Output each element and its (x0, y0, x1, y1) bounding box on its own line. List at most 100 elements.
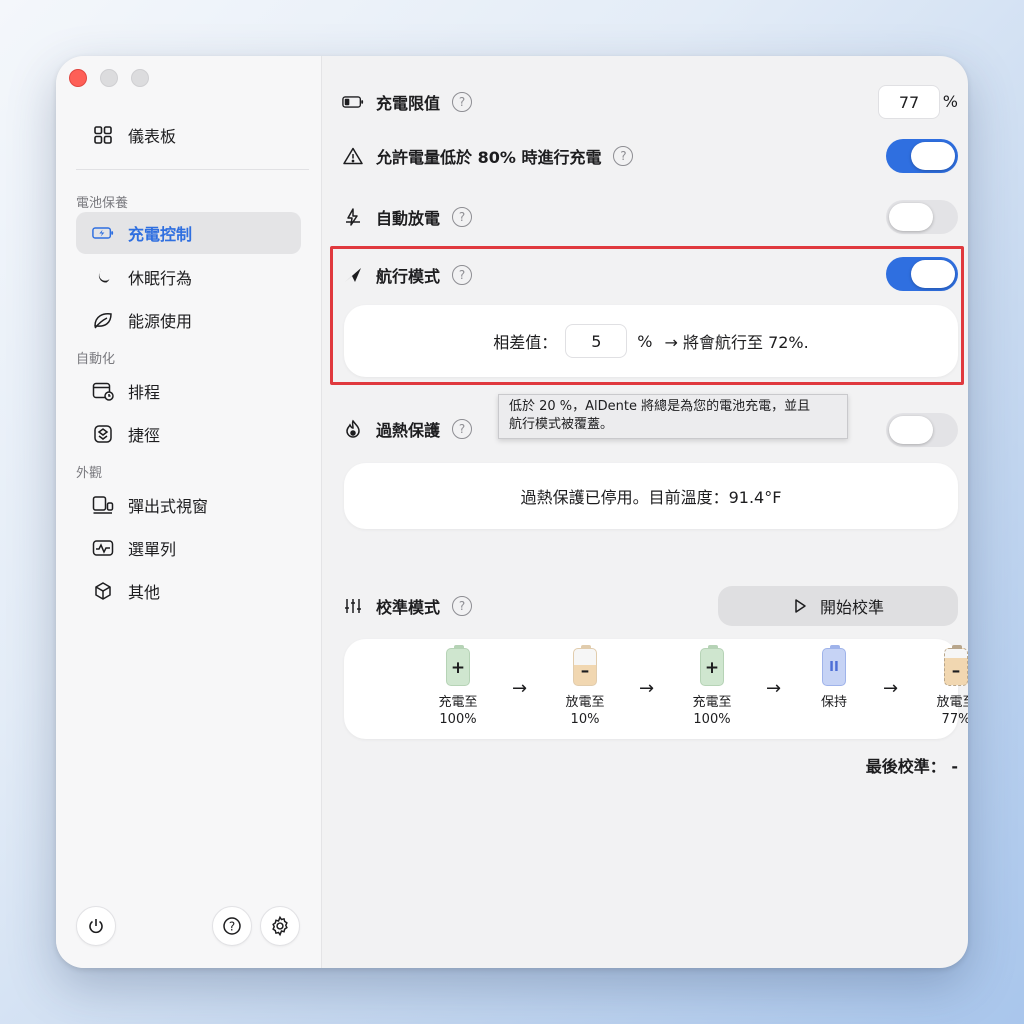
charge-limit-row: 充電限值 ? (342, 82, 958, 122)
step-line-2: 100% (439, 712, 477, 727)
settings-button[interactable] (260, 906, 300, 946)
sidebar-item-label: 排程 (128, 383, 161, 402)
allow-charge-below-toggle[interactable] (886, 139, 958, 173)
app-window: 儀表板 電池保養 充電控制 休眠行為 能源使用 自動化 排程 捷徑 外觀 彈出式… (56, 56, 968, 968)
sidebar-item-menubar[interactable]: 選單列 (76, 527, 301, 569)
power-icon (89, 919, 103, 934)
heat-protection-label: 過熱保護 (376, 421, 441, 440)
section-automation: 自動化 (76, 352, 116, 367)
sidebar-item-other[interactable]: 其他 (76, 570, 301, 612)
charge-limit-unit: % (942, 92, 958, 111)
sailing-mode-highlight (330, 246, 964, 385)
step-line-2: 77% (941, 712, 968, 727)
calibration-step: + 充電至 100% (672, 645, 752, 728)
calibration-step: – 放電至 77% (916, 645, 968, 728)
sidebar-item-label: 其他 (128, 583, 161, 602)
heat-status-card: 過熱保護已停用。目前溫度：91.4°F (344, 463, 958, 529)
arrow-right-icon: → (512, 678, 528, 699)
sidebar-item-label: 能源使用 (128, 312, 193, 331)
auto-discharge-toggle[interactable] (886, 200, 958, 234)
sidebar-item-energy[interactable]: 能源使用 (76, 299, 301, 341)
help-icon[interactable]: ? (452, 419, 473, 439)
help-icon[interactable]: ? (452, 596, 473, 616)
main-panel: 充電限值 ? 77 % 允許電量低於 80% 時進行充電 ? 自動放電 ? 航行… (322, 56, 968, 968)
window-controls (69, 69, 149, 87)
step-line-1: 放電至 (936, 695, 968, 710)
svg-text:?: ? (229, 920, 235, 934)
zoom-window-button[interactable] (131, 69, 149, 87)
sidebar-item-schedule[interactable]: 排程 (76, 370, 301, 412)
calibration-step: II 保持 (794, 645, 874, 711)
last-calibration-text: 最後校準： - (865, 757, 958, 776)
grid-icon (92, 124, 114, 146)
play-icon (795, 599, 806, 613)
step-line-2: 100% (693, 712, 731, 727)
step-line-1: 充電至 (692, 695, 732, 710)
cube-icon (92, 580, 114, 602)
sidebar-item-popover[interactable]: 彈出式視窗 (76, 484, 301, 526)
battery-icon (342, 91, 364, 113)
battery-charging-icon (92, 222, 114, 244)
battery-minus-icon: – (573, 645, 597, 686)
sidebar-divider (76, 169, 309, 170)
moon-icon (92, 266, 114, 288)
sidebar-item-charge-control[interactable]: 充電控制 (76, 212, 301, 254)
help-icon[interactable]: ? (452, 92, 473, 112)
sidebar-item-label: 捷徑 (128, 426, 161, 445)
help-icon[interactable]: ? (452, 207, 473, 227)
question-circle-icon: ? (223, 917, 241, 935)
help-icon[interactable]: ? (613, 146, 634, 166)
sidebar-item-sleep[interactable]: 休眠行為 (76, 256, 301, 298)
sidebar-item-label: 儀表板 (128, 127, 177, 146)
shortcuts-icon (92, 423, 114, 445)
start-calibration-label: 開始校準 (819, 598, 884, 617)
arrow-right-icon: → (766, 678, 782, 699)
battery-plus-icon: + (446, 645, 470, 686)
start-calibration-button[interactable]: 開始校準 (718, 586, 958, 626)
minimize-window-button[interactable] (100, 69, 118, 87)
flame-icon (342, 418, 364, 440)
step-line-2: 10% (570, 712, 600, 727)
heat-status-text: 過熱保護已停用。目前溫度：91.4°F (520, 488, 782, 507)
power-button[interactable] (76, 906, 116, 946)
battery-plus-icon: + (700, 645, 724, 686)
gear-icon (272, 915, 288, 937)
tooltip-line-1: 低於 20 %，AlDente 將總是為您的電池充電，並且 (509, 399, 811, 414)
step-line-1: 放電至 (565, 695, 605, 710)
tooltip-line-2: 航行模式被覆蓋。 (509, 417, 614, 432)
sidebar-item-dashboard[interactable]: 儀表板 (76, 114, 301, 156)
arrow-right-icon: → (883, 678, 899, 699)
sliders-icon (342, 595, 364, 617)
bolt-slash-icon (342, 206, 364, 228)
section-battery-care: 電池保養 (76, 196, 129, 211)
close-window-button[interactable] (69, 69, 87, 87)
allow-charge-below-row: 允許電量低於 80% 時進行充電 ? (342, 136, 958, 176)
sidebar-item-label: 選單列 (128, 540, 177, 559)
allow-charge-below-label: 允許電量低於 80% 時進行充電 (376, 148, 602, 167)
battery-pause-icon: II (822, 645, 846, 686)
sidebar-item-label: 彈出式視窗 (128, 497, 209, 516)
charge-limit-label: 充電限值 (376, 94, 441, 113)
sidebar-item-label: 充電控制 (128, 225, 193, 244)
calendar-clock-icon (92, 380, 114, 402)
sailing-tooltip: 低於 20 %，AlDente 將總是為您的電池充電，並且 航行模式被覆蓋。 (498, 394, 848, 439)
arrow-right-icon: → (639, 678, 655, 699)
calibration-step: – 放電至 10% (545, 645, 625, 728)
sidebar-item-label: 休眠行為 (128, 269, 193, 288)
sidebar-item-shortcuts[interactable]: 捷徑 (76, 413, 301, 455)
calibration-label: 校準模式 (376, 598, 441, 617)
waveform-icon (92, 537, 114, 559)
charge-limit-input[interactable]: 77 (878, 85, 940, 119)
step-line-1: 保持 (820, 695, 847, 710)
warning-triangle-icon (342, 145, 364, 167)
popover-window-icon (92, 494, 114, 516)
auto-discharge-row: 自動放電 ? (342, 197, 958, 237)
help-button[interactable]: ? (212, 906, 252, 946)
calibration-step: + 充電至 100% (418, 645, 498, 728)
leaf-icon (92, 309, 114, 331)
auto-discharge-label: 自動放電 (376, 209, 441, 228)
section-appearance: 外觀 (76, 466, 103, 481)
sidebar: 儀表板 電池保養 充電控制 休眠行為 能源使用 自動化 排程 捷徑 外觀 彈出式… (56, 56, 322, 968)
battery-minus-icon: – (944, 645, 968, 686)
heat-protection-toggle[interactable] (886, 413, 958, 447)
